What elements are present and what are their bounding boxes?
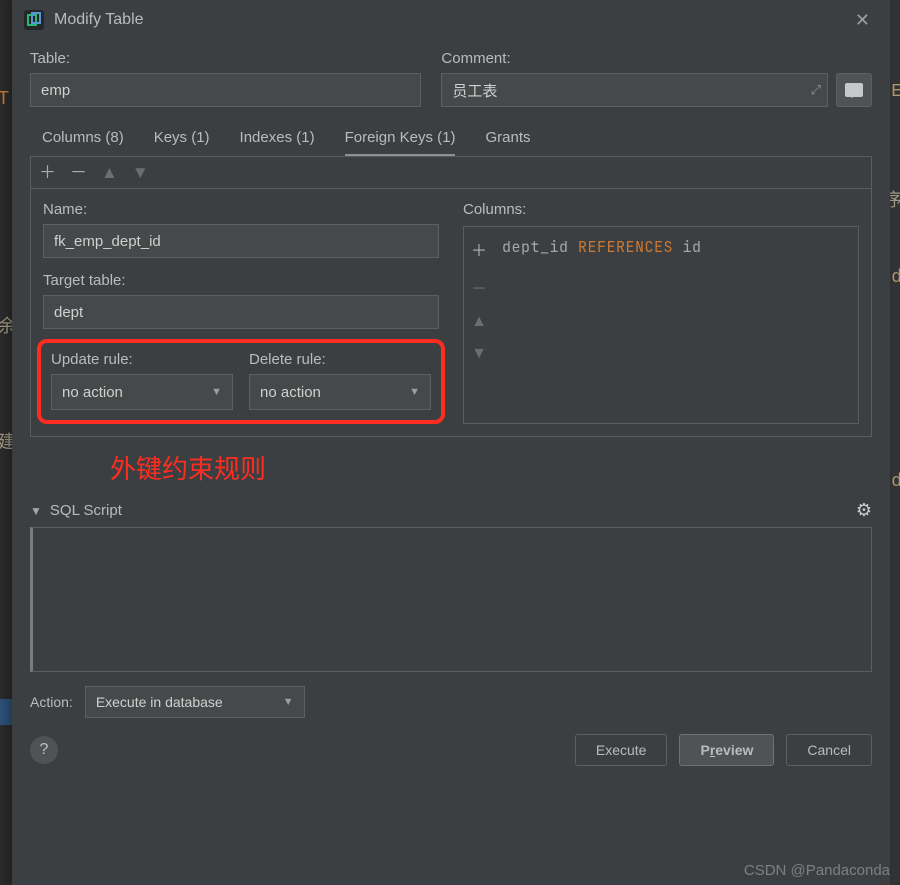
peek-char: E: [891, 82, 900, 102]
action-value: Execute in database: [96, 694, 223, 710]
comment-value: 员工表: [452, 80, 497, 101]
dialog-content: Table: emp Comment: 员工表 ⤢ C: [12, 40, 890, 885]
collapse-icon: ▼: [30, 504, 42, 518]
fk-target-input[interactable]: dept: [43, 295, 439, 329]
columns-area: ＋ － ▲ ▼ dept_id REFERENCES id: [463, 226, 859, 424]
action-select[interactable]: Execute in database ▼: [85, 686, 305, 718]
table-name-input[interactable]: emp: [30, 73, 421, 107]
fk-columns: Columns: ＋ － ▲ ▼ dept_id REFERENCES id: [451, 189, 871, 436]
update-rule-value: no action: [62, 384, 123, 401]
table-name-value: emp: [41, 82, 70, 99]
dialog-button-row: ? Execute Preview Cancel: [30, 722, 872, 782]
cancel-button[interactable]: Cancel: [786, 734, 872, 766]
chevron-down-icon: ▼: [283, 696, 294, 708]
preview-button[interactable]: Preview: [679, 734, 774, 766]
table-field-group: Table: emp: [30, 50, 421, 107]
columns-text[interactable]: dept_id REFERENCES id: [494, 227, 858, 423]
gear-icon[interactable]: ⚙: [856, 500, 872, 521]
titlebar: Modify Table ✕: [12, 0, 890, 40]
expand-icon[interactable]: ⤢: [811, 82, 821, 98]
remove-icon[interactable]: －: [471, 275, 487, 299]
move-up-icon[interactable]: ▲: [471, 313, 487, 331]
move-down-icon[interactable]: ▼: [132, 164, 149, 181]
comment-popup-button[interactable]: [836, 73, 872, 107]
update-rule-label: Update rule:: [51, 351, 233, 368]
panel-toolbar: ＋ － ▲ ▼: [31, 157, 871, 189]
comment-field-group: Comment: 员工表 ⤢: [441, 50, 872, 107]
rules-highlight: Update rule: no action ▼ Delete rule: no…: [37, 339, 445, 424]
table-label: Table:: [30, 50, 421, 67]
tab-grants[interactable]: Grants: [485, 129, 530, 156]
tab-foreign-keys[interactable]: Foreign Keys (1): [345, 129, 456, 156]
fk-details: Name: fk_emp_dept_id Target table: dept …: [31, 189, 451, 436]
add-icon[interactable]: ＋: [471, 237, 487, 261]
fk-name-value: fk_emp_dept_id: [54, 233, 161, 250]
columns-toolbar: ＋ － ▲ ▼: [464, 227, 494, 423]
fk-target-label: Target table:: [43, 272, 439, 289]
update-rule-select[interactable]: no action ▼: [51, 374, 233, 410]
app-icon: [24, 10, 44, 30]
add-icon[interactable]: ＋: [39, 164, 56, 181]
tab-columns[interactable]: Columns (8): [42, 129, 124, 156]
action-label: Action:: [30, 694, 73, 710]
peek-char: d: [891, 472, 900, 492]
remove-icon[interactable]: －: [70, 164, 87, 181]
sql-script-editor[interactable]: [30, 527, 872, 672]
foreign-keys-panel: ＋ － ▲ ▼ Name: fk_emp_dept_id Target tabl…: [30, 156, 872, 437]
peek-char: d: [891, 268, 900, 288]
tab-keys[interactable]: Keys (1): [154, 129, 210, 156]
execute-button[interactable]: Execute: [575, 734, 668, 766]
fk-name-label: Name:: [43, 201, 439, 218]
delete-rule-value: no action: [260, 384, 321, 401]
chevron-down-icon: ▼: [211, 386, 222, 398]
peek-char-left: T: [0, 88, 9, 109]
sql-script-header[interactable]: ▼ SQL Script ⚙: [30, 494, 872, 527]
fk-name-input[interactable]: fk_emp_dept_id: [43, 224, 439, 258]
move-up-icon[interactable]: ▲: [101, 164, 118, 181]
columns-label: Columns:: [463, 201, 859, 218]
comment-label: Comment:: [441, 50, 872, 67]
dialog-title: Modify Table: [54, 11, 144, 29]
speech-bubble-icon: [845, 83, 863, 97]
delete-rule-label: Delete rule:: [249, 351, 431, 368]
sql-script-title: SQL Script: [50, 502, 122, 519]
fk-target-value: dept: [54, 304, 83, 321]
tab-indexes[interactable]: Indexes (1): [240, 129, 315, 156]
delete-rule-select[interactable]: no action ▼: [249, 374, 431, 410]
help-button[interactable]: ?: [30, 736, 58, 764]
action-row: Action: Execute in database ▼: [30, 672, 872, 722]
tabs: Columns (8) Keys (1) Indexes (1) Foreign…: [30, 115, 872, 156]
chevron-down-icon: ▼: [409, 386, 420, 398]
background-selection-peek: [0, 699, 12, 725]
annotation-text: 外键约束规则: [30, 437, 872, 494]
move-down-icon[interactable]: ▼: [471, 345, 487, 363]
close-icon[interactable]: ✕: [847, 6, 878, 35]
modify-table-dialog: Modify Table ✕ Table: emp Comment: 员工表 ⤢: [12, 0, 890, 885]
comment-input[interactable]: 员工表 ⤢: [441, 73, 828, 107]
